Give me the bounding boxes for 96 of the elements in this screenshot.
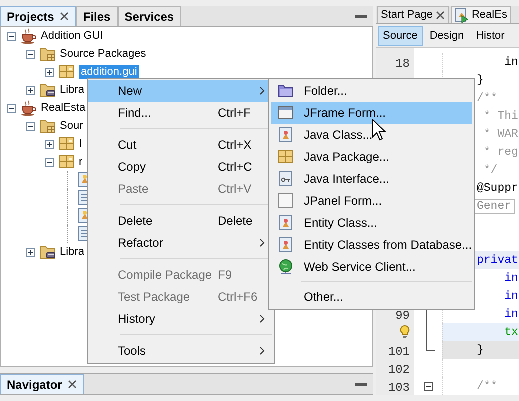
folder-icon bbox=[40, 46, 56, 62]
coffee-cup-icon bbox=[21, 100, 37, 116]
line-number: 101 bbox=[388, 346, 410, 358]
expand-toggle[interactable] bbox=[7, 104, 16, 112]
code-text: @Suppr bbox=[477, 182, 518, 194]
shortcut-text: Ctrl+F6 bbox=[218, 290, 259, 304]
panel-tab[interactable]: Projects bbox=[0, 6, 76, 26]
code-text: * reg bbox=[482, 146, 518, 158]
minimize-icon[interactable] bbox=[355, 14, 367, 18]
code-text: } bbox=[477, 344, 484, 356]
tree-item[interactable]: Addition GUI bbox=[41, 29, 104, 43]
shortcut-text: F9 bbox=[218, 268, 234, 282]
close-icon[interactable] bbox=[60, 12, 70, 21]
expand-toggle[interactable] bbox=[45, 140, 54, 148]
tree-item[interactable]: RealEsta bbox=[41, 101, 86, 115]
editor-tab[interactable]: Start Page bbox=[377, 6, 449, 24]
menu-item[interactable]: JPanel Form... bbox=[271, 190, 472, 212]
menu-item[interactable]: Folder... bbox=[271, 80, 472, 102]
tree-item[interactable]: Libra bbox=[60, 245, 84, 259]
code-text: */ bbox=[482, 164, 498, 176]
class-file-icon bbox=[278, 127, 294, 143]
package-icon bbox=[59, 136, 75, 152]
lightbulb-icon[interactable] bbox=[400, 325, 410, 339]
menu-item[interactable]: Java Class... bbox=[271, 124, 472, 146]
close-icon[interactable] bbox=[68, 380, 78, 389]
code-text: in bbox=[504, 308, 518, 320]
panel-icon bbox=[278, 193, 294, 209]
line-number: 18 bbox=[396, 58, 410, 70]
tree-item[interactable]: I bbox=[79, 137, 82, 151]
interface-file-icon bbox=[278, 171, 294, 187]
expand-toggle[interactable] bbox=[26, 50, 35, 58]
menu-item[interactable]: Entity Classes from Database... bbox=[271, 234, 472, 256]
menu-item[interactable]: Cut Ctrl+X bbox=[88, 134, 272, 156]
view-toggle-button[interactable]: Source bbox=[378, 26, 423, 46]
window-icon bbox=[278, 105, 294, 121]
menu-item[interactable]: Tools bbox=[88, 340, 272, 362]
code-text: * Thi bbox=[482, 110, 518, 122]
menu-item[interactable]: JFrame Form... bbox=[271, 102, 472, 124]
tree-item[interactable]: Source Packages bbox=[60, 47, 146, 61]
view-toggle-button[interactable]: Design bbox=[424, 26, 470, 46]
code-text: privat bbox=[477, 254, 518, 266]
editor-tab[interactable]: RealEs bbox=[450, 6, 512, 24]
code-text: tx bbox=[504, 326, 518, 338]
mouse-pointer-icon bbox=[372, 119, 386, 141]
fold-toggle[interactable] bbox=[424, 382, 432, 390]
shortcut-text: Ctrl+V bbox=[218, 182, 253, 196]
tree-item[interactable]: r bbox=[79, 155, 83, 169]
folder-icon bbox=[278, 83, 294, 99]
code-text: /** bbox=[477, 92, 498, 104]
menu-item[interactable]: Web Service Client... bbox=[271, 256, 472, 278]
line-number: 99 bbox=[396, 310, 410, 322]
coffee-cup-icon bbox=[21, 28, 37, 44]
menu-item[interactable]: Java Interface... bbox=[271, 168, 472, 190]
menu-item[interactable]: Other... bbox=[271, 286, 472, 308]
menu-item[interactable]: Copy Ctrl+C bbox=[88, 156, 272, 178]
code-text: } bbox=[477, 74, 484, 86]
line-number: 102 bbox=[388, 364, 410, 376]
menu-item[interactable]: Entity Class... bbox=[271, 212, 472, 234]
package-icon bbox=[59, 154, 75, 170]
folder-icon bbox=[40, 118, 56, 134]
menu-item[interactable]: History bbox=[88, 308, 272, 330]
close-icon[interactable] bbox=[436, 10, 445, 20]
code-text: * WAR bbox=[482, 128, 518, 140]
globe-icon bbox=[278, 259, 294, 275]
menu-item[interactable]: Refactor bbox=[88, 232, 272, 254]
expand-toggle[interactable] bbox=[45, 68, 54, 76]
panel-tab[interactable]: Navigator bbox=[0, 374, 84, 394]
package-icon bbox=[278, 149, 294, 165]
code-text: in bbox=[504, 290, 518, 302]
menu-item[interactable]: Find... Ctrl+F bbox=[88, 102, 272, 124]
code-text: /** bbox=[477, 380, 498, 392]
view-toggle-button[interactable]: Histor bbox=[471, 26, 510, 46]
package-icon bbox=[59, 64, 75, 80]
shortcut-text: Delete bbox=[218, 214, 254, 228]
expand-toggle[interactable] bbox=[45, 158, 54, 166]
library-folder-icon bbox=[40, 82, 56, 98]
expand-toggle[interactable] bbox=[26, 86, 35, 94]
code-text: in bbox=[504, 272, 518, 284]
minimize-icon[interactable] bbox=[355, 382, 367, 386]
panel-tab[interactable]: Services bbox=[118, 6, 182, 26]
shortcut-text: Ctrl+X bbox=[218, 138, 253, 152]
menu-item[interactable]: Delete Delete bbox=[88, 210, 272, 232]
library-folder-icon bbox=[40, 244, 56, 260]
expand-toggle[interactable] bbox=[26, 248, 35, 256]
code-text: in bbox=[504, 56, 518, 68]
panel-tab[interactable]: Files bbox=[76, 6, 118, 26]
class-file-icon bbox=[278, 215, 294, 231]
tree-item[interactable]: Sour bbox=[60, 119, 84, 133]
shortcut-text: Ctrl+F bbox=[218, 106, 252, 120]
shortcut-text: Ctrl+C bbox=[218, 160, 254, 174]
menu-item[interactable]: Java Package... bbox=[271, 146, 472, 168]
class-file-icon bbox=[278, 237, 294, 253]
line-number: 103 bbox=[388, 382, 410, 394]
expand-toggle[interactable] bbox=[26, 122, 35, 130]
expand-toggle[interactable] bbox=[7, 32, 16, 40]
tree-item[interactable]: Libra bbox=[60, 83, 84, 97]
